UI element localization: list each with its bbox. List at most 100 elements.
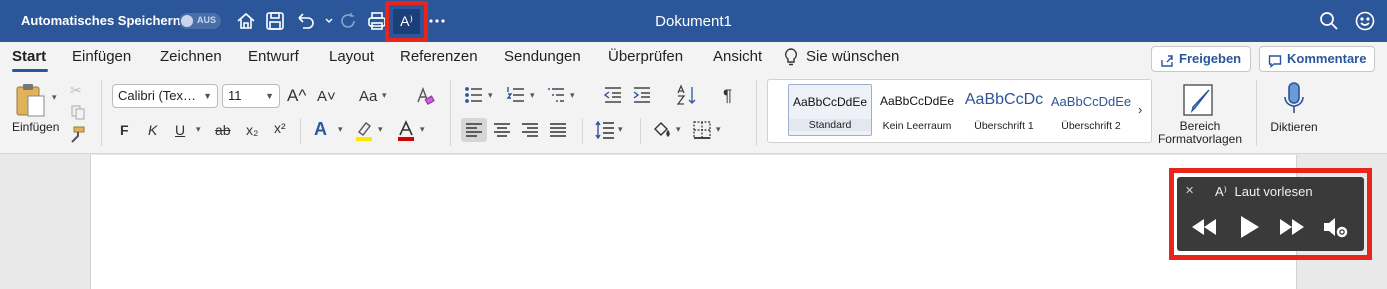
fast-forward-icon[interactable]	[1278, 214, 1306, 240]
text-effects-icon[interactable]: A	[314, 119, 327, 140]
chevron-down-icon: ▼	[265, 91, 274, 101]
superscript-button[interactable]: x²	[274, 120, 286, 136]
tab-entwurf[interactable]: Entwurf	[248, 48, 299, 65]
styles-pane-label[interactable]: Bereich Formatvorlagen	[1150, 120, 1250, 146]
separator	[640, 118, 641, 144]
ribbon-start: ▾ Einfügen ✂ Calibri (Tex… ▼ 11 ▼ A^ A˅ …	[0, 74, 1387, 154]
separator	[582, 118, 583, 144]
chevron-down-icon[interactable]: ▾	[420, 124, 425, 135]
paste-dropdown-icon[interactable]: ▾	[52, 92, 57, 103]
title-bar: Automatisches Speichern AUS A⁾ Dokument1	[0, 0, 1387, 42]
separator	[756, 80, 757, 146]
borders-icon[interactable]	[692, 120, 712, 140]
search-icon[interactable]	[1318, 10, 1340, 32]
line-spacing-icon[interactable]	[594, 120, 616, 140]
tab-ansicht[interactable]: Ansicht	[713, 48, 762, 65]
chevron-down-icon[interactable]: ▾	[488, 90, 493, 101]
read-aloud-icon: A⁾	[1215, 184, 1227, 199]
show-formatting-icon[interactable]: ¶	[723, 86, 732, 106]
bullets-icon[interactable]	[464, 86, 484, 104]
shading-icon[interactable]	[652, 120, 672, 140]
grow-font-icon[interactable]: A^	[287, 86, 306, 106]
styles-pane-label-line2: Formatvorlagen	[1157, 132, 1243, 146]
style-preview: AaBbCcDdEe	[879, 94, 955, 108]
shrink-font-icon[interactable]: A˅	[317, 88, 336, 105]
chevron-right-icon[interactable]: ›	[1138, 102, 1142, 117]
ribbon-tabs: Start Einfügen Zeichnen Entwurf Layout R…	[0, 42, 1387, 74]
format-painter-icon[interactable]	[68, 126, 86, 144]
subscript-button[interactable]: x₂	[246, 122, 258, 138]
chevron-down-icon[interactable]: ▾	[530, 90, 535, 101]
comments-button[interactable]: Kommentare	[1259, 46, 1375, 72]
font-color-icon[interactable]	[396, 120, 416, 142]
chevron-down-icon[interactable]: ▾	[716, 124, 721, 135]
copy-icon[interactable]	[70, 104, 86, 120]
increase-indent-icon[interactable]	[632, 86, 652, 104]
tab-referenzen[interactable]: Referenzen	[400, 48, 478, 65]
tab-ueberpruefen[interactable]: Überprüfen	[608, 48, 683, 65]
comments-label: Kommentare	[1287, 51, 1367, 66]
decrease-indent-icon[interactable]	[603, 86, 623, 104]
tab-layout[interactable]: Layout	[329, 48, 374, 65]
style-ueberschrift-1[interactable]: AaBbCcDc Überschrift 1	[962, 84, 1046, 136]
strikethrough-button[interactable]: ab	[215, 122, 231, 138]
tab-einfuegen[interactable]: Einfügen	[72, 48, 131, 65]
font-name-select[interactable]: Calibri (Tex… ▼	[112, 84, 218, 108]
close-icon[interactable]: ✕	[1185, 184, 1194, 197]
microphone-icon[interactable]	[1281, 81, 1307, 117]
font-size-value: 11	[228, 88, 242, 103]
styles-pane-icon[interactable]	[1181, 82, 1217, 118]
style-kein-leerraum[interactable]: AaBbCcDdEe Kein Leerraum	[875, 84, 959, 136]
highlight-color-icon[interactable]	[354, 120, 374, 142]
share-button[interactable]: Freigeben	[1151, 46, 1251, 72]
multilevel-list-icon[interactable]	[546, 86, 566, 104]
cut-icon[interactable]: ✂	[70, 82, 82, 99]
paste-icon[interactable]	[14, 82, 50, 118]
document-page[interactable]	[90, 155, 1297, 289]
style-name: Überschrift 2	[1061, 120, 1121, 132]
sort-icon[interactable]	[676, 84, 698, 106]
smiley-feedback-icon[interactable]	[1354, 10, 1376, 32]
style-name: Überschrift 1	[974, 120, 1034, 132]
chevron-down-icon[interactable]: ▾	[382, 90, 387, 101]
share-icon	[1160, 52, 1174, 67]
align-left-icon[interactable]	[464, 122, 484, 138]
tab-sendungen[interactable]: Sendungen	[504, 48, 581, 65]
comment-icon	[1268, 52, 1282, 68]
play-icon[interactable]	[1235, 214, 1263, 240]
chevron-down-icon[interactable]: ▾	[676, 124, 681, 135]
chevron-down-icon[interactable]: ▾	[378, 124, 383, 135]
clear-formatting-icon[interactable]	[415, 86, 435, 106]
style-ueberschrift-2[interactable]: AaBbCcDdEe Überschrift 2	[1049, 84, 1133, 136]
change-case-icon[interactable]: Aa	[359, 88, 377, 105]
separator	[1256, 80, 1257, 146]
font-size-select[interactable]: 11 ▼	[222, 84, 280, 108]
rewind-icon[interactable]	[1190, 214, 1218, 240]
chevron-down-icon[interactable]: ▾	[196, 124, 201, 135]
align-center-icon[interactable]	[492, 122, 512, 138]
chevron-down-icon[interactable]: ▾	[618, 124, 623, 135]
italic-button[interactable]: K	[148, 122, 157, 138]
style-standard[interactable]: AaBbCcDdEe Standard	[788, 84, 872, 136]
style-name: Standard	[789, 119, 871, 131]
justify-icon[interactable]	[548, 122, 568, 138]
tab-zeichnen[interactable]: Zeichnen	[160, 48, 222, 65]
styles-gallery: AaBbCcDdEe Standard AaBbCcDdEe Kein Leer…	[767, 79, 1152, 143]
paste-label: Einfügen	[12, 120, 60, 134]
separator	[101, 80, 102, 146]
chevron-down-icon[interactable]: ▾	[338, 124, 343, 135]
bold-button[interactable]: F	[120, 122, 129, 138]
style-preview: AaBbCcDc	[964, 91, 1044, 108]
tab-start[interactable]: Start	[12, 48, 46, 65]
underline-button[interactable]: U	[175, 122, 185, 138]
dictate-label[interactable]: Diktieren	[1263, 120, 1325, 134]
voice-settings-icon[interactable]	[1322, 214, 1350, 240]
chevron-down-icon[interactable]: ▾	[570, 90, 575, 101]
read-aloud-title: A⁾ Laut vorlesen	[1215, 184, 1313, 200]
font-name-value: Calibri (Tex…	[118, 88, 197, 103]
tell-me-search[interactable]: Sie wünschen	[806, 48, 899, 65]
lightbulb-icon[interactable]	[783, 47, 801, 71]
align-right-icon[interactable]	[520, 122, 540, 138]
numbering-icon[interactable]	[506, 86, 526, 104]
read-aloud-panel: ✕ A⁾ Laut vorlesen	[1177, 177, 1364, 251]
